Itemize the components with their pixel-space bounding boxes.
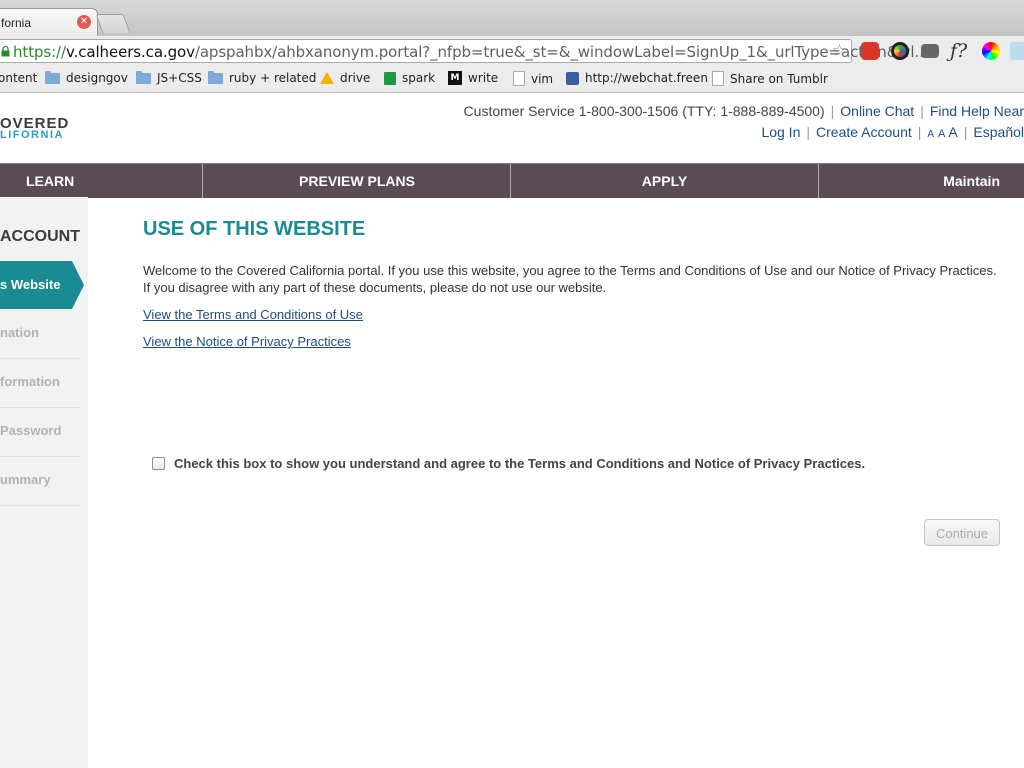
sidebar: ACCOUNT s Website nation formation Passw… <box>0 197 88 768</box>
sidebar-item-label: s Website <box>0 277 61 292</box>
text-size-control[interactable]: A A A <box>927 124 957 140</box>
sidebar-item-password[interactable]: Password <box>0 408 80 457</box>
sidebar-item-more-information[interactable]: formation <box>0 359 80 408</box>
sidebar-item-label: ummary <box>0 472 51 487</box>
agree-row: Check this box to show you understand an… <box>152 456 865 471</box>
new-tab-button[interactable] <box>95 14 131 33</box>
medium-icon: M <box>448 71 462 85</box>
sidebar-title: ACCOUNT <box>0 228 80 245</box>
folder-icon <box>45 70 60 84</box>
page-icon <box>513 71 525 86</box>
chat-icon <box>566 71 579 85</box>
adblock-icon[interactable] <box>861 42 879 60</box>
pocket-icon[interactable] <box>921 44 939 58</box>
nav-learn[interactable]: LEARN <box>0 164 203 198</box>
page-title: USE OF THIS WEBSITE <box>143 218 366 240</box>
drive-icon <box>320 72 334 84</box>
lock-icon <box>1 46 10 57</box>
agree-checkbox[interactable] <box>152 457 165 470</box>
bookmark-item[interactable]: drive <box>320 71 370 85</box>
sidebar-item-label: formation <box>0 374 60 389</box>
bookmark-item[interactable]: ruby + related <box>208 70 316 85</box>
sidebar-item-information[interactable]: nation <box>0 310 80 359</box>
logo-subtitle: LIFORNIA <box>0 129 64 141</box>
url-text: https://v.calheers.ca.gov/apspahbx/ahbxa… <box>13 43 929 61</box>
folder-icon <box>208 70 223 84</box>
sidebar-item-summary[interactable]: ummary <box>0 457 80 506</box>
find-help-link[interactable]: Find Help Near <box>930 103 1024 119</box>
bookmark-item[interactable]: vim <box>513 71 553 86</box>
log-in-link[interactable]: Log In <box>761 124 800 140</box>
bookmark-item[interactable]: ontent <box>0 71 37 85</box>
bookmark-item[interactable]: spark <box>384 71 435 85</box>
terms-link[interactable]: View the Terms and Conditions of Use <box>143 307 363 322</box>
nav-preview-plans[interactable]: PREVIEW PLANS <box>204 164 511 198</box>
sidebar-item-label: nation <box>0 325 39 340</box>
continue-button[interactable]: Continue <box>924 519 1000 546</box>
main-nav: LEARN PREVIEW PLANS APPLY Maintain <box>0 163 1024 198</box>
create-account-link[interactable]: Create Account <box>816 124 912 140</box>
bookmark-star-icon[interactable]: ☆ <box>832 41 847 61</box>
browser-tab[interactable]: fornia ✕ <box>0 8 98 37</box>
bookmark-item[interactable]: http://webchat.freen <box>566 71 708 85</box>
page-icon <box>712 71 724 86</box>
close-icon[interactable]: ✕ <box>77 15 91 29</box>
bookmark-item[interactable]: designgov <box>45 70 128 85</box>
bookmark-item[interactable]: Share on Tumblr <box>712 71 828 86</box>
utility-links-bottom: Log In | Create Account | A A A | Español <box>761 124 1024 140</box>
spreadsheet-icon <box>384 71 396 85</box>
sidebar-item-label: Password <box>0 423 62 438</box>
intro-text: Welcome to the Covered California portal… <box>143 263 997 295</box>
color-wheel-icon[interactable] <box>982 42 1000 60</box>
bookmark-item[interactable]: JS+CSS <box>136 70 202 85</box>
agree-label[interactable]: Check this box to show you understand an… <box>174 456 865 471</box>
nav-apply[interactable]: APPLY <box>511 164 819 198</box>
site-header: OVERED LIFORNIA Customer Service 1-800-3… <box>0 93 1024 163</box>
nav-maintain[interactable]: Maintain <box>819 164 1024 198</box>
font-finder-icon[interactable]: ƒ? <box>950 40 967 62</box>
extension-icon[interactable] <box>1010 42 1024 60</box>
bookmarks-bar: ontent designgov JS+CSS ruby + related d… <box>0 66 1024 93</box>
privacy-link[interactable]: View the Notice of Privacy Practices <box>143 334 351 349</box>
online-chat-link[interactable]: Online Chat <box>840 103 914 119</box>
bookmark-item[interactable]: Mwrite <box>448 71 498 85</box>
folder-icon <box>136 70 151 84</box>
color-picker-icon[interactable] <box>891 42 909 60</box>
tab-title: fornia <box>1 16 32 30</box>
customer-service-text: Customer Service 1-800-300-1506 (TTY: 1-… <box>463 103 825 119</box>
espanol-link[interactable]: Español <box>973 124 1024 140</box>
browser-tabstrip: fornia ✕ <box>0 0 1024 37</box>
address-bar[interactable]: https://v.calheers.ca.gov/apspahbx/ahbxa… <box>0 39 929 63</box>
sidebar-item-use-of-website[interactable]: s Website <box>0 261 84 309</box>
utility-links-top: Customer Service 1-800-300-1506 (TTY: 1-… <box>463 103 1024 119</box>
